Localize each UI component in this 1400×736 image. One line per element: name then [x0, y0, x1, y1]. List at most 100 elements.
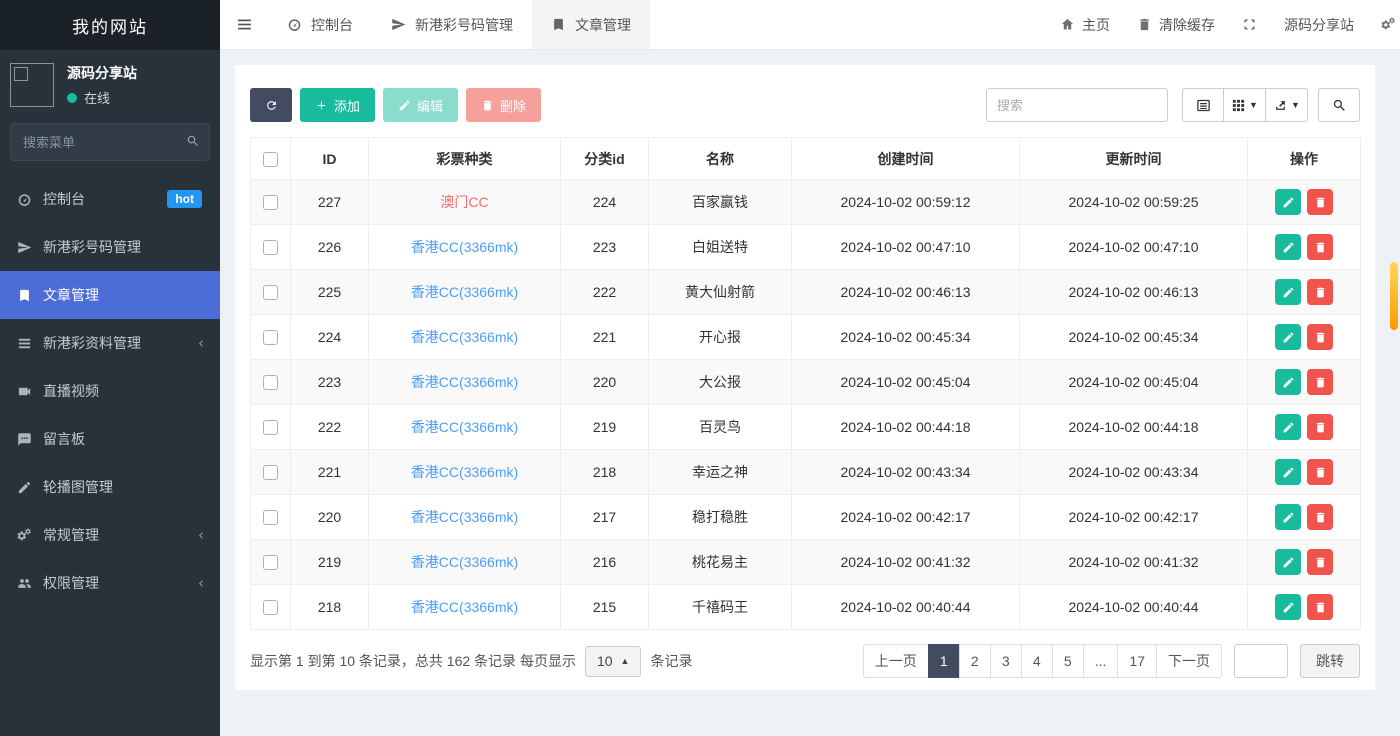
- delete-row-button[interactable]: [1307, 549, 1333, 575]
- page-button[interactable]: 5: [1052, 644, 1084, 678]
- delete-row-button[interactable]: [1307, 414, 1333, 440]
- category-link[interactable]: 香港CC(3366mk): [411, 239, 518, 255]
- delete-row-button[interactable]: [1307, 189, 1333, 215]
- category-link[interactable]: 香港CC(3366mk): [411, 329, 518, 345]
- edit-row-button[interactable]: [1275, 459, 1301, 485]
- sidebar-item[interactable]: 新港彩号码管理: [0, 223, 220, 271]
- card-view-button[interactable]: [1182, 88, 1224, 122]
- toolbar: 添加 编辑 删除 ▼ ▼: [250, 88, 1360, 122]
- sidebar-item[interactable]: 新港彩资料管理‹: [0, 319, 220, 367]
- row-checkbox[interactable]: [263, 465, 278, 480]
- menu-toggle-button[interactable]: [220, 0, 268, 49]
- sidebar-item[interactable]: 直播视频: [0, 367, 220, 415]
- page-size-select[interactable]: 10 ▲: [585, 646, 642, 677]
- sidebar-item[interactable]: 轮播图管理: [0, 463, 220, 511]
- add-button[interactable]: 添加: [300, 88, 375, 122]
- home-link[interactable]: 主页: [1060, 15, 1110, 35]
- table-search-input[interactable]: [986, 88, 1168, 122]
- row-id-cell: 225: [291, 270, 369, 315]
- edit-row-button[interactable]: [1275, 234, 1301, 260]
- row-name: 大公报: [699, 374, 741, 390]
- delete-row-button[interactable]: [1307, 504, 1333, 530]
- page-button[interactable]: 3: [990, 644, 1022, 678]
- row-checkbox[interactable]: [263, 285, 278, 300]
- category-link[interactable]: 香港CC(3366mk): [411, 509, 518, 525]
- fullscreen-button[interactable]: [1242, 17, 1257, 32]
- row-cat-id-cell: 218: [561, 450, 649, 495]
- category-link-cell: 香港CC(3366mk): [369, 585, 561, 630]
- search-toggle-button[interactable]: [1318, 88, 1360, 122]
- page-button[interactable]: 17: [1117, 644, 1157, 678]
- category-link[interactable]: 香港CC(3366mk): [411, 464, 518, 480]
- row-name-cell: 幸运之神: [649, 450, 792, 495]
- delete-row-button[interactable]: [1307, 279, 1333, 305]
- select-all-checkbox[interactable]: [263, 152, 278, 167]
- edit-button[interactable]: 编辑: [383, 88, 458, 122]
- scrollbar-thumb[interactable]: [1390, 262, 1398, 330]
- row-checkbox[interactable]: [263, 240, 278, 255]
- tab-新港彩号码管理[interactable]: 新港彩号码管理: [372, 0, 532, 49]
- row-checkbox[interactable]: [263, 330, 278, 345]
- page-button[interactable]: 1: [928, 644, 960, 678]
- tab-控制台[interactable]: 控制台: [268, 0, 372, 49]
- page-button[interactable]: 4: [1021, 644, 1053, 678]
- page-button[interactable]: 下一页: [1156, 644, 1222, 678]
- page-button[interactable]: ...: [1083, 644, 1119, 678]
- edit-row-button[interactable]: [1275, 369, 1301, 395]
- sidebar-item[interactable]: 常规管理 ‹: [0, 511, 220, 559]
- row-updated: 2024-10-02 00:45:34: [1069, 329, 1199, 345]
- row-checkbox[interactable]: [263, 555, 278, 570]
- clear-cache-link[interactable]: 清除缓存: [1137, 15, 1215, 35]
- jump-button[interactable]: 跳转: [1300, 644, 1360, 678]
- category-link[interactable]: 香港CC(3366mk): [411, 419, 518, 435]
- row-cat-id-cell: 216: [561, 540, 649, 585]
- delete-button[interactable]: 删除: [466, 88, 541, 122]
- tab-bar: 控制台新港彩号码管理文章管理: [268, 0, 650, 49]
- delete-row-button[interactable]: [1307, 459, 1333, 485]
- delete-row-button[interactable]: [1307, 234, 1333, 260]
- page-button[interactable]: 上一页: [863, 644, 929, 678]
- export-dropdown-button[interactable]: ▼: [1266, 88, 1308, 122]
- category-link[interactable]: 澳门CC: [440, 194, 488, 210]
- row-cat-id-cell: 223: [561, 225, 649, 270]
- page-button[interactable]: 2: [959, 644, 991, 678]
- sidebar-item[interactable]: 权限管理‹: [0, 559, 220, 607]
- trash-icon: [1314, 556, 1327, 569]
- pager: 上一页12345...17下一页: [863, 644, 1222, 678]
- category-link[interactable]: 香港CC(3366mk): [411, 554, 518, 570]
- settings-button[interactable]: [1381, 17, 1396, 32]
- row-checkbox[interactable]: [263, 510, 278, 525]
- edit-row-button[interactable]: [1275, 189, 1301, 215]
- edit-row-button[interactable]: [1275, 594, 1301, 620]
- jump-page-input[interactable]: [1234, 644, 1288, 678]
- row-created: 2024-10-02 00:44:18: [841, 419, 971, 435]
- category-link[interactable]: 香港CC(3366mk): [411, 599, 518, 615]
- row-checkbox[interactable]: [263, 375, 278, 390]
- sidebar-item[interactable]: 留言板: [0, 415, 220, 463]
- profile-link[interactable]: 源码分享站: [1284, 15, 1354, 35]
- edit-row-button[interactable]: [1275, 549, 1301, 575]
- category-link-cell: 澳门CC: [369, 180, 561, 225]
- refresh-button[interactable]: [250, 88, 292, 122]
- edit-row-button[interactable]: [1275, 279, 1301, 305]
- chevron-left-icon: ‹: [198, 528, 204, 543]
- columns-dropdown-button[interactable]: ▼: [1224, 88, 1266, 122]
- sidebar-item[interactable]: 控制台hot: [0, 175, 220, 223]
- delete-row-button[interactable]: [1307, 324, 1333, 350]
- menu-search-input[interactable]: [10, 123, 210, 161]
- row-checkbox[interactable]: [263, 195, 278, 210]
- row-checkbox[interactable]: [263, 420, 278, 435]
- send-icon: [17, 240, 32, 255]
- tab-文章管理[interactable]: 文章管理: [532, 0, 650, 49]
- sidebar-item[interactable]: 文章管理: [0, 271, 220, 319]
- category-link[interactable]: 香港CC(3366mk): [411, 374, 518, 390]
- edit-row-button[interactable]: [1275, 324, 1301, 350]
- sidebar-item-label: 常规管理: [43, 525, 99, 545]
- category-link[interactable]: 香港CC(3366mk): [411, 284, 518, 300]
- row-checkbox[interactable]: [263, 600, 278, 615]
- delete-row-button[interactable]: [1307, 369, 1333, 395]
- edit-row-button[interactable]: [1275, 504, 1301, 530]
- edit-row-button[interactable]: [1275, 414, 1301, 440]
- column-header: 创建时间: [792, 138, 1020, 180]
- delete-row-button[interactable]: [1307, 594, 1333, 620]
